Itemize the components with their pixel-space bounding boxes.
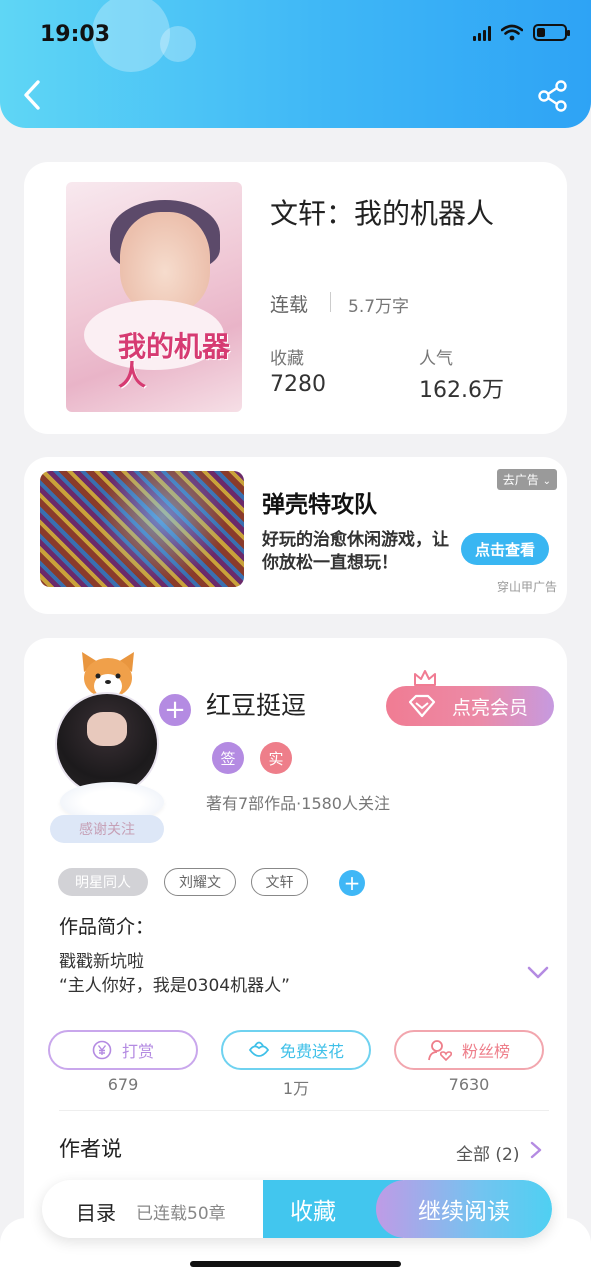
ad-cta-button[interactable]: 点击查看 [461,533,549,565]
fan-heart-icon [428,1040,452,1061]
verified-badge: 实 [260,742,292,774]
vip-button[interactable]: 点亮会员 [386,686,554,726]
send-flower-label: 免费送花 [279,1042,344,1061]
favorites-value: 7280 [270,372,326,397]
intro-label: 作品简介： [59,916,155,938]
author-name[interactable]: 红豆挺逗 [206,686,306,722]
book-info-card: 我的机器人 文轩：我的机器人 连载 5.7万字 收藏 7280 人气 162.6… [24,162,567,434]
avatar[interactable] [55,692,159,796]
book-status: 连载 [270,294,309,316]
remove-ad-label: 去广告 [502,473,539,487]
divider [59,1110,549,1111]
flower-count: 1万 [282,1079,310,1098]
yuan-icon [92,1040,112,1060]
remove-ad-button[interactable]: 去广告 ⌄ [496,469,557,490]
book-word-count: 5.7万字 [348,297,410,317]
book-cover[interactable]: 我的机器人 [66,182,242,412]
author-says-label: 作者说 [59,1137,122,1161]
bottom-action-bar: 目录 已连载50章 收藏 继续阅读 [42,1180,552,1238]
intro-text: 戳戳新坑啦 “主人你好，我是0304机器人” [59,952,290,996]
ad-description: 好玩的治愈休闲游戏，让你放松一直想玩！ [262,530,449,573]
cover-title: 我的机器人 [118,330,231,393]
follow-plus-button[interactable]: + [156,691,194,729]
ad-source: 穿山甲广告 [496,580,557,594]
author-says-all-link[interactable]: 全部 (2) [456,1140,519,1165]
cover-art-face [120,212,210,312]
wifi-icon [501,24,523,41]
chevron-down-icon[interactable] [527,966,549,980]
diamond-icon [408,694,436,718]
vip-label: 点亮会员 [452,696,529,719]
thanks-follow-label: 感谢关注 [50,815,164,843]
chapter-count: 已连载50章 [136,1204,226,1224]
back-button[interactable] [18,78,50,112]
ad-title: 弹壳特攻队 [262,492,377,518]
status-divider [330,292,331,312]
ad-card[interactable]: 弹壳特攻队 好玩的治愈休闲游戏，让你放松一直想玩！ 去广告 ⌄ 点击查看 穿山甲… [24,457,567,614]
toc-button[interactable]: 目录 [76,1197,116,1226]
send-flower-button[interactable]: 免费送花 [221,1030,371,1070]
chevron-right-icon[interactable] [530,1141,542,1159]
tip-button[interactable]: 打赏 [48,1030,198,1070]
continue-reading-button[interactable]: 继续阅读 [376,1180,552,1238]
author-avatar-group[interactable]: 感谢关注 + [50,650,194,843]
status-icons [473,24,570,41]
tip-count: 679 [107,1075,139,1094]
status-time: 19:03 [40,22,111,47]
signal-icon [473,25,491,41]
tag-item[interactable]: 文轩 [251,868,308,896]
tag-item[interactable]: 刘耀文 [164,868,236,896]
fan-count: 7630 [448,1075,490,1094]
home-indicator[interactable] [190,1261,401,1267]
chevron-down-icon: ⌄ [542,476,551,487]
header-bar: 19:03 [0,0,591,128]
ad-image[interactable] [40,471,244,587]
popularity-value: 162.6万 [419,378,504,403]
tip-label: 打赏 [121,1042,154,1061]
popularity-label: 人气 [419,349,453,369]
signed-badge: 签 [212,742,244,774]
book-title: 文轩：我的机器人 [270,197,495,230]
share-button[interactable] [537,80,569,112]
fan-ranking-button[interactable]: 粉丝榜 [394,1030,544,1070]
favorites-label: 收藏 [270,349,304,369]
add-tag-button[interactable]: + [339,870,365,896]
author-stats: 著有7部作品·1580人关注 [206,794,390,813]
tag-item[interactable]: 明星同人 [58,868,148,896]
battery-icon [533,24,570,41]
fan-ranking-label: 粉丝榜 [461,1042,510,1061]
flower-icon [248,1041,270,1057]
decor-bubble-small [160,26,196,62]
